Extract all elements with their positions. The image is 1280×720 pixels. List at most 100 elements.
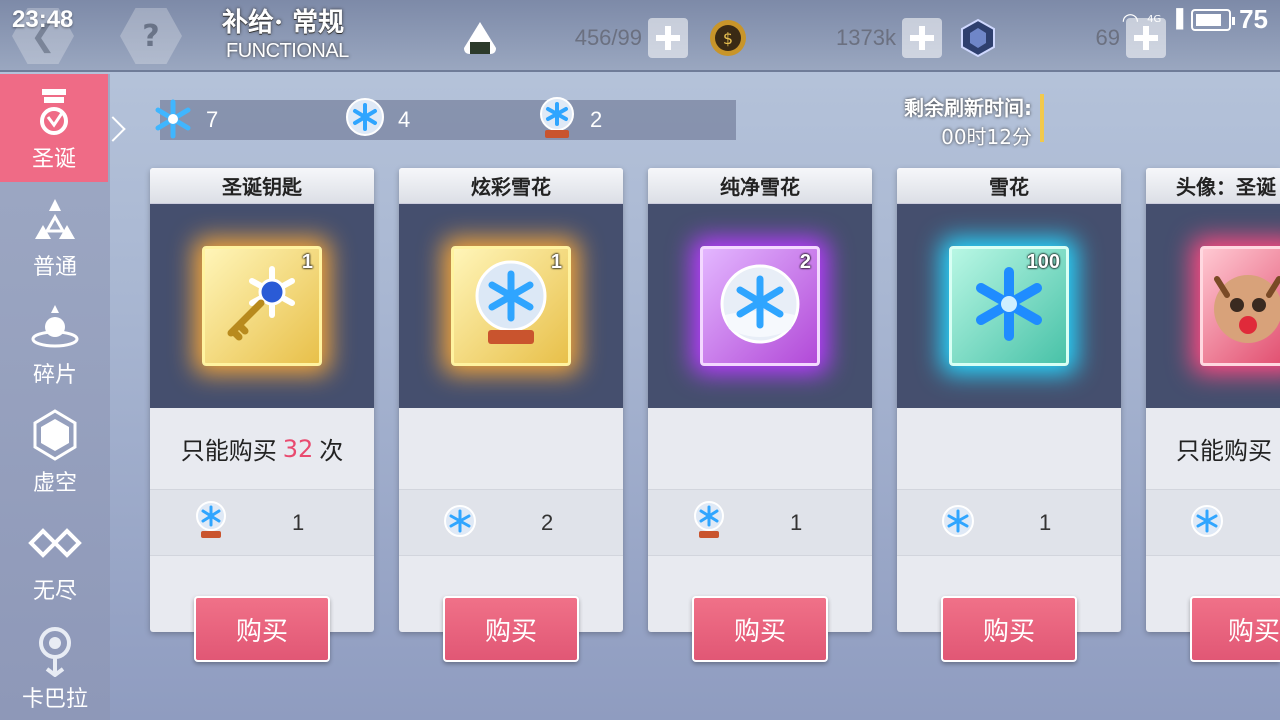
price-value: 1 (790, 509, 803, 535)
status-time: 23:48 (12, 6, 74, 33)
system-status: ◠ 4G ▐ 75 (1122, 4, 1268, 35)
item-frame (1200, 246, 1280, 366)
infinity-icon (27, 515, 83, 571)
coin-value: 1373k (836, 25, 896, 50)
shop-item-card[interactable]: 纯净雪花 2 1 (648, 168, 872, 632)
page-title: 补给· 常规 (222, 8, 345, 38)
item-image-area: 1 (399, 204, 623, 408)
hexagon-icon (27, 407, 83, 463)
crystal-icon (956, 16, 1000, 60)
battery-icon (1191, 8, 1236, 31)
buy-button[interactable]: 购买 (941, 596, 1077, 662)
snow-globe-icon (340, 94, 390, 144)
currency-snow-globe-red: 2 (540, 97, 736, 140)
reindeer-avatar-icon (1203, 259, 1280, 353)
coin-icon: $ (706, 16, 750, 60)
kabbalah-icon (27, 623, 83, 679)
item-price: 1 (648, 490, 872, 556)
key-icon (217, 259, 307, 353)
page-subtitle: FUNCTIONAL (226, 40, 349, 62)
buy-button[interactable]: 购买 (443, 596, 579, 662)
help-button[interactable]: ? (120, 8, 182, 64)
item-quantity: 2 (799, 251, 811, 273)
sidebar-item-fragment[interactable]: 碎片 (0, 290, 110, 398)
fragment-icon (27, 299, 83, 355)
item-price: 2 (399, 490, 623, 556)
add-coin-button[interactable] (902, 18, 942, 58)
purchase-limit: 只能购买 (1146, 408, 1280, 490)
sidebar-item-normal[interactable]: 普通 (0, 182, 110, 290)
price-value: 1 (292, 509, 305, 535)
wifi-icon: ◠ (1121, 7, 1140, 32)
buy-button[interactable]: 购买 (692, 596, 828, 662)
rice-ball-icon (458, 16, 502, 60)
refresh-label: 剩余刷新时间: (904, 96, 1032, 120)
sidebar-item-label: 虚空 (32, 471, 77, 496)
item-frame: 2 (700, 246, 820, 366)
item-image-area: 100 (897, 204, 1121, 408)
sidebar-item-kabbalah[interactable]: 卡巴拉 (0, 614, 110, 720)
item-title: 雪花 (897, 168, 1121, 204)
snowflake-icon (969, 264, 1049, 348)
item-frame: 1 (451, 246, 571, 366)
sidebar-item-label: 无尽 (32, 579, 77, 604)
buy-button[interactable]: 购买 (194, 596, 330, 662)
limit-suffix: 次 (319, 437, 344, 465)
crystal-value: 69 (1095, 25, 1120, 50)
limit-prefix: 只能购买 (180, 437, 277, 465)
christmas-icon (26, 83, 82, 139)
purchase-limit (897, 408, 1121, 490)
item-frame: 1 (202, 246, 322, 366)
snow-globe-icon (466, 256, 556, 356)
help-icon: ? (142, 18, 160, 54)
add-stamina-button[interactable] (648, 18, 688, 58)
top-bar: ❮ ? 补给· 常规 FUNCTIONAL 456/99 $ 1373k 69 … (0, 0, 1280, 72)
shop-item-card[interactable]: 圣诞钥匙 1 只能购买 32 次 1 (150, 168, 374, 632)
shop-item-card[interactable]: 雪花 100 1 (897, 168, 1121, 632)
category-sidebar: 圣诞 普通 碎片 虚空 无尽 卡巴拉 (0, 74, 126, 720)
item-image-area: 2 (648, 204, 872, 408)
buy-button[interactable]: 购买 (1190, 596, 1280, 662)
limit-count: 32 (282, 434, 314, 463)
triangle-icon (27, 191, 83, 247)
sidebar-item-christmas[interactable]: 圣诞 (0, 74, 108, 182)
item-title: 纯净雪花 (648, 168, 872, 204)
purchase-limit (648, 408, 872, 490)
snow-globe-red-icon (692, 500, 726, 545)
currency-value: 2 (590, 107, 603, 132)
currency-value: 7 (206, 107, 219, 132)
shop-item-card[interactable]: 炫彩雪花 1 2 (399, 168, 623, 632)
snowflake-orb-icon (715, 259, 805, 353)
limit-prefix: 只能购买 (1176, 437, 1272, 465)
item-price (1146, 490, 1280, 556)
sidebar-item-endless[interactable]: 无尽 (0, 506, 110, 614)
item-title: 炫彩雪花 (399, 168, 623, 204)
snow-globe-red-icon (194, 500, 228, 545)
item-quantity: 1 (550, 251, 562, 273)
snowflake-orb-icon (443, 504, 477, 542)
signal-icon: ▐ (1169, 9, 1184, 30)
item-price: 1 (150, 490, 374, 556)
price-value: 2 (541, 509, 554, 535)
stamina-value: 456/99 (574, 25, 642, 50)
refresh-value: 00时12分 (941, 125, 1032, 149)
network-label: 4G (1147, 14, 1162, 25)
sidebar-item-label: 卡巴拉 (21, 687, 88, 712)
item-title: 头像：圣诞 (1146, 168, 1280, 204)
resource-coin: $ 1373k (706, 18, 942, 58)
battery-level: 75 (1239, 4, 1268, 34)
snow-globe-red-icon (532, 94, 582, 144)
sidebar-item-label: 圣诞 (31, 147, 76, 172)
item-title: 圣诞钥匙 (150, 168, 374, 204)
sidebar-item-void[interactable]: 虚空 (0, 398, 110, 506)
price-value: 1 (1039, 509, 1052, 535)
snowflake-orb-icon (1190, 504, 1224, 542)
purchase-limit (399, 408, 623, 490)
item-image-area (1146, 204, 1280, 408)
snowflake-orb-icon (941, 504, 975, 542)
item-quantity: 100 (1026, 251, 1060, 273)
currency-value: 4 (398, 107, 411, 132)
resource-stamina: 456/99 (458, 18, 688, 58)
shop-item-card[interactable]: 头像：圣诞 只能购买 (1146, 168, 1280, 632)
purchase-limit: 只能购买 32 次 (150, 408, 374, 490)
